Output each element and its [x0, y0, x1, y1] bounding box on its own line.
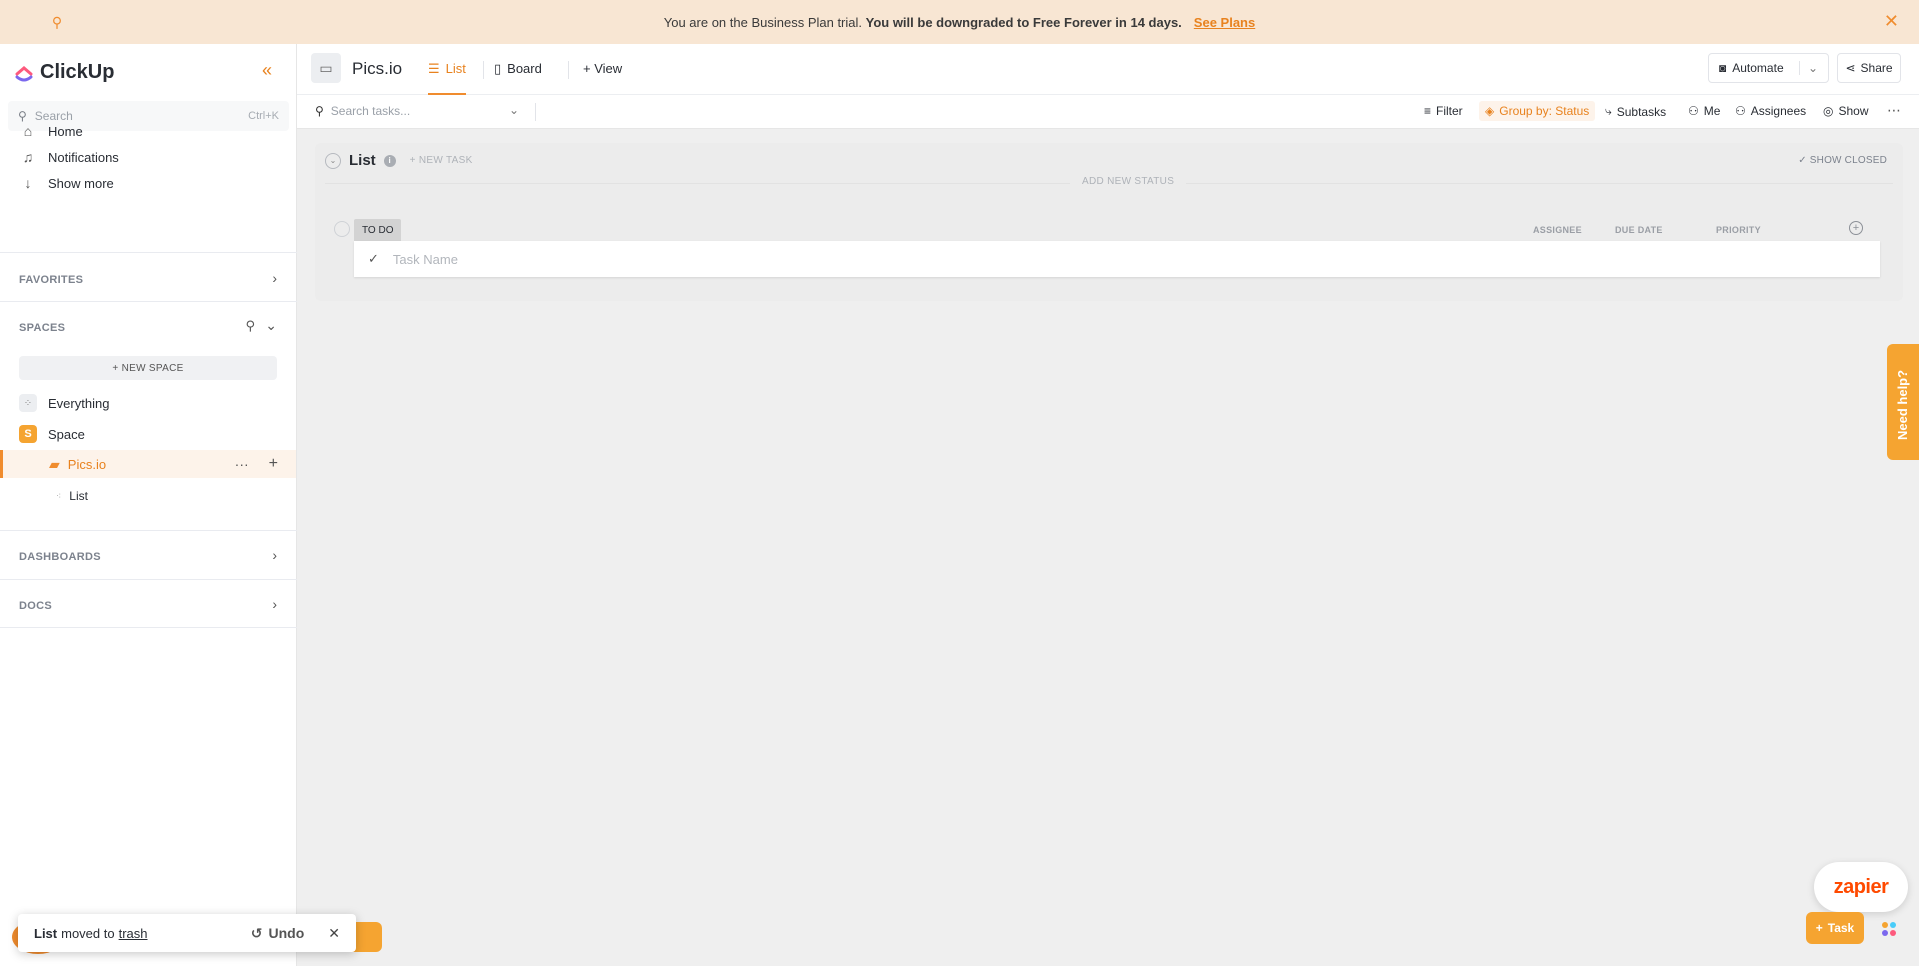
- close-icon[interactable]: ✕: [328, 925, 340, 942]
- eye-icon: ◎: [1823, 104, 1834, 118]
- task-search-input[interactable]: ⚲ Search tasks...: [315, 104, 410, 118]
- more-icon[interactable]: ···: [235, 456, 249, 472]
- user-icon: ⚇: [1688, 104, 1699, 118]
- banner-message: You are on the Business Plan trial. You …: [663, 14, 1182, 30]
- sidebar: ClickUp « ⚲ Search Ctrl+K ⌂ Home ♫ Notif…: [0, 44, 297, 966]
- select-status-icon[interactable]: [334, 221, 350, 237]
- dashboards-section[interactable]: DASHBOARDS ›: [0, 530, 297, 578]
- share-icon: ⋖: [1845, 61, 1856, 75]
- chevron-down-icon[interactable]: ⌄: [509, 103, 519, 117]
- assignees-button[interactable]: ⚇ Assignees: [1735, 104, 1806, 118]
- filter-icon: ≡: [1424, 104, 1432, 118]
- see-plans-link[interactable]: See Plans: [1194, 15, 1255, 30]
- show-closed-button[interactable]: ✓ SHOW CLOSED: [1798, 155, 1887, 166]
- nav-show-more[interactable]: ↓ Show more: [20, 172, 114, 194]
- chevron-down-icon[interactable]: ⌄: [1798, 61, 1818, 75]
- tab-board[interactable]: ▯ Board: [494, 61, 542, 95]
- folder-icon[interactable]: ▭: [311, 53, 341, 83]
- sidebar-item-pics-io[interactable]: ▰ Pics.io ··· +: [0, 450, 296, 478]
- chevron-down-icon[interactable]: ⌄: [265, 317, 277, 334]
- new-task-row[interactable]: ✓ Task Name: [354, 241, 1880, 277]
- list-title: List: [349, 152, 376, 169]
- tab-add-view[interactable]: + View: [583, 61, 622, 95]
- nav-notifications[interactable]: ♫ Notifications: [20, 146, 119, 168]
- list-icon: ☰: [428, 61, 440, 76]
- robot-icon: ◙: [1719, 61, 1727, 75]
- add-column-icon[interactable]: +: [1849, 221, 1863, 235]
- column-priority[interactable]: PRIORITY: [1716, 225, 1761, 235]
- clickup-logo-icon: [15, 66, 33, 82]
- group-by-button[interactable]: ◈ Group by: Status: [1479, 101, 1596, 121]
- list-toolbar: ⚲ Search tasks... ⌄ ≡ Filter ◈ Group by:…: [297, 95, 1919, 129]
- favorites-section[interactable]: FAVORITES ›: [0, 252, 297, 300]
- share-button[interactable]: ⋖ Share: [1837, 53, 1901, 83]
- list-group: ⌄ List i + NEW TASK ✓ SHOW CLOSED ADD NE…: [315, 143, 1903, 301]
- bell-icon: ♫: [22, 149, 34, 165]
- list-view-body: ⌄ List i + NEW TASK ✓ SHOW CLOSED ADD NE…: [297, 129, 1919, 966]
- layers-icon: ◈: [1485, 104, 1495, 118]
- tab-list[interactable]: ☰ List: [428, 61, 466, 95]
- trash-link[interactable]: trash: [119, 926, 148, 941]
- list-dot-icon: ⁖: [56, 490, 62, 501]
- apps-icon[interactable]: [1876, 916, 1902, 942]
- sidebar-item-everything[interactable]: ⁘ Everything: [0, 389, 296, 417]
- filter-button[interactable]: ≡ Filter: [1424, 104, 1463, 118]
- page-title: Pics.io: [352, 59, 403, 78]
- need-help-button[interactable]: Need help?: [1887, 344, 1919, 460]
- new-task-button[interactable]: + NEW TASK: [410, 155, 473, 166]
- undo-icon: ↺: [250, 924, 263, 941]
- plus-icon[interactable]: +: [269, 455, 278, 473]
- info-icon: ⚲: [51, 14, 63, 30]
- view-header: ▭ Pics.io ☰ List ▯ Board + View ◙ Automa…: [297, 44, 1919, 95]
- task-name-input[interactable]: Task Name: [393, 252, 458, 267]
- logo-text: ClickUp: [40, 60, 115, 83]
- space-avatar: S: [19, 425, 37, 443]
- search-shortcut: Ctrl+K: [248, 110, 279, 122]
- collapse-list-icon[interactable]: ⌄: [325, 152, 341, 169]
- board-icon: ▯: [494, 61, 502, 76]
- arrow-down-icon: ↓: [24, 175, 32, 191]
- show-button[interactable]: ◎ Show: [1823, 104, 1869, 118]
- chevron-right-icon[interactable]: ›: [272, 547, 277, 563]
- search-icon[interactable]: ⚲: [245, 318, 255, 334]
- sidebar-item-space[interactable]: S Space: [0, 420, 296, 448]
- docs-section[interactable]: DOCS ›: [0, 579, 297, 628]
- folder-icon: ▰: [49, 455, 60, 472]
- info-icon[interactable]: i: [383, 154, 396, 167]
- close-icon[interactable]: ✕: [1884, 11, 1899, 31]
- users-icon: ⚇: [1735, 104, 1746, 118]
- status-badge[interactable]: TO DO: [354, 219, 402, 241]
- more-icon[interactable]: ⋯: [1887, 102, 1901, 119]
- me-button[interactable]: ⚇ Me: [1688, 104, 1720, 118]
- add-task-button[interactable]: + Task: [1806, 912, 1864, 944]
- plus-icon: +: [1815, 921, 1823, 935]
- automate-button[interactable]: ◙ Automate ⌄: [1708, 53, 1829, 83]
- nav-home[interactable]: ⌂ Home: [20, 120, 83, 142]
- home-icon: ⌂: [23, 123, 33, 139]
- tab-divider: [483, 61, 484, 79]
- check-icon[interactable]: ✓: [368, 251, 379, 267]
- column-assignee[interactable]: ASSIGNEE: [1533, 225, 1582, 235]
- subtasks-button[interactable]: ⤷ Subtasks: [1605, 104, 1666, 119]
- search-icon: ⚲: [315, 104, 324, 118]
- add-new-status-button[interactable]: ADD NEW STATUS: [1070, 176, 1187, 187]
- clickup-logo[interactable]: ClickUp: [14, 58, 114, 86]
- toolbar-divider: [535, 103, 536, 121]
- tab-divider: [568, 61, 569, 79]
- list-header: ⌄ List i + NEW TASK: [325, 152, 473, 169]
- chevron-right-icon[interactable]: ›: [272, 596, 277, 612]
- toast-notification: List moved to trash ↺ Undo ✕: [18, 914, 356, 952]
- column-due-date[interactable]: DUE DATE: [1615, 225, 1663, 235]
- trial-banner: ⚲ You are on the Business Plan trial. Yo…: [0, 0, 1919, 44]
- subtasks-icon: ⤷: [1605, 104, 1612, 118]
- sidebar-item-list[interactable]: ⁖ List: [0, 482, 296, 510]
- chevron-right-icon[interactable]: ›: [272, 270, 277, 286]
- undo-button[interactable]: ↺ Undo: [251, 925, 305, 942]
- collapse-sidebar-icon[interactable]: «: [262, 60, 272, 81]
- zapier-button[interactable]: zapier: [1814, 862, 1908, 912]
- new-space-button[interactable]: + NEW SPACE: [19, 356, 277, 380]
- grid-icon: ⁘: [19, 394, 37, 412]
